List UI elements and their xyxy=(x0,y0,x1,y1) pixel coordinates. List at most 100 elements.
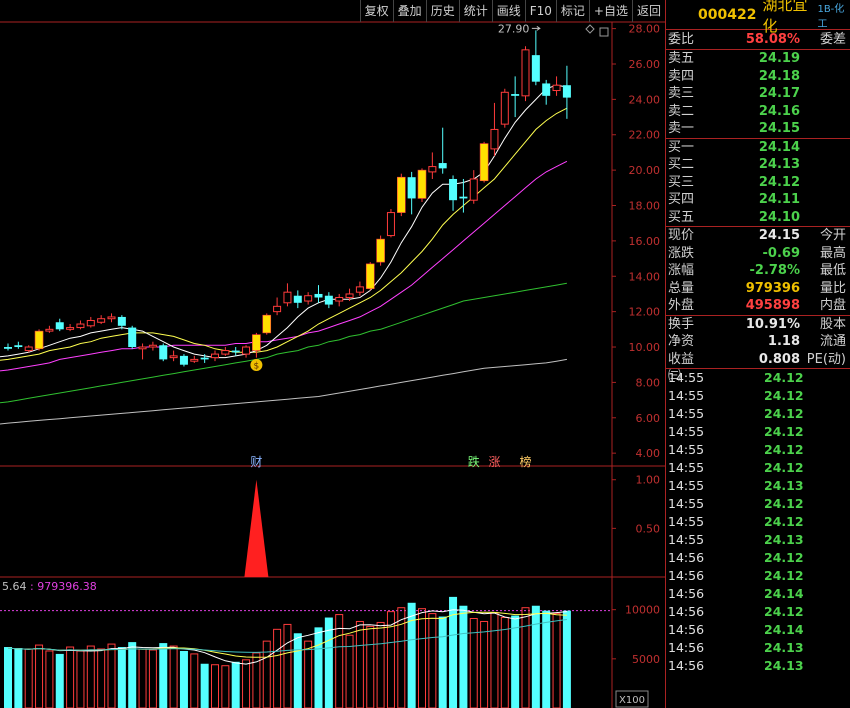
tick-row: 14:55 24.12 xyxy=(666,513,850,531)
toolbar-button-8[interactable]: 返回 xyxy=(631,0,665,22)
volume-bar xyxy=(366,625,375,708)
candle-body xyxy=(86,319,95,327)
tick-row: 14:56 24.14 xyxy=(666,621,850,639)
tick-time: 14:55 xyxy=(668,388,705,403)
row-label: 现价 xyxy=(668,228,695,243)
toolbar-button-3[interactable]: 统计 xyxy=(458,0,492,22)
row-value: 495898 xyxy=(745,298,800,313)
tick-row: 14:55 24.12 xyxy=(666,405,850,423)
candle-body xyxy=(97,318,106,323)
volume-bar xyxy=(45,650,54,708)
tick-row: 14:55 24.12 xyxy=(666,441,850,459)
row-label: 卖三 xyxy=(668,86,695,101)
candle-body xyxy=(211,353,219,359)
row-value: 24.10 xyxy=(758,209,800,225)
tick-price: 24.12 xyxy=(764,370,804,385)
row-value: 24.13 xyxy=(758,157,800,172)
volume-bar xyxy=(293,633,302,708)
sell-3-row[interactable]: 卖二 24.16 xyxy=(666,103,850,121)
row-label2: 量比 xyxy=(819,280,846,296)
row-label: 涨跌 xyxy=(668,245,695,261)
row-label: 卖四 xyxy=(668,68,695,84)
tick-list[interactable]: 14:55 24.12 14:55 24.12 14:55 24.12 14:55 24.12… xyxy=(666,369,850,675)
stats2-0-row[interactable]: 换手 10.91% 股本 xyxy=(666,316,850,334)
toolbar: 复权 叠加 历史 统计 画线 F10 标记 +自选 返回 xyxy=(0,0,665,22)
buy-1-row[interactable]: 买二 24.13 xyxy=(666,156,850,174)
stats-3-row[interactable]: 总量 979396 量比 xyxy=(666,280,850,298)
weibi-label: 委比 xyxy=(668,32,695,47)
row-value: 24.14 xyxy=(758,139,800,155)
volume-bar xyxy=(128,642,137,708)
toolbar-button-4[interactable]: 画线 xyxy=(491,0,525,22)
candle-body xyxy=(293,295,302,303)
fundamentals-block: 换手 10.91% 股本 净资 1.18 流通 收益㈢ 0.808 PE(动) xyxy=(666,316,850,385)
tick-row: 14:55 24.12 xyxy=(666,459,850,477)
row-label2: PE(动) xyxy=(806,351,846,367)
industry-tag[interactable]: 1B-化工 xyxy=(817,0,850,30)
volume-bar xyxy=(418,608,426,708)
stats2-2-row[interactable]: 收益㈢ 0.808 PE(动) xyxy=(666,351,850,385)
buy-4-row[interactable]: 买五 24.10 xyxy=(666,209,850,227)
chart-area[interactable]: 28.00 26.00 24.00 22.00 20.00 18.00 16.00 14.00… xyxy=(0,0,665,708)
volume-bar xyxy=(179,650,188,708)
volume-bar xyxy=(490,612,499,708)
row-label: 外盘 xyxy=(668,298,695,313)
volume-bar xyxy=(117,647,126,708)
tick-price: 24.13 xyxy=(764,478,804,493)
trading-app: 28.00 26.00 24.00 22.00 20.00 18.00 16.00 14.00… xyxy=(0,0,850,708)
volume-bar xyxy=(562,610,571,708)
stats-0-row[interactable]: 现价 24.15 今开 xyxy=(666,227,850,245)
stats2-1-row[interactable]: 净资 1.18 流通 xyxy=(666,333,850,351)
price-tick-label: 24.00 xyxy=(629,93,661,106)
tick-price: 24.12 xyxy=(764,514,804,529)
volume-bar xyxy=(521,607,530,708)
volume-bar xyxy=(200,663,209,708)
toolbar-button-6[interactable]: 标记 xyxy=(555,0,589,22)
candle-body xyxy=(407,177,416,199)
toolbar-button-1[interactable]: 叠加 xyxy=(392,0,426,22)
sell-1-row[interactable]: 卖四 24.18 xyxy=(666,68,850,86)
volume-bar xyxy=(376,621,385,708)
sell-0-row[interactable]: 卖五 24.19 xyxy=(666,50,850,68)
tick-row: 14:55 24.13 xyxy=(666,477,850,495)
volume-bar xyxy=(159,643,168,708)
sell-2-row[interactable]: 卖三 24.17 xyxy=(666,85,850,103)
volume-bar xyxy=(449,596,458,708)
toolbar-button-0[interactable]: 复权 xyxy=(359,0,393,22)
toolbar-button-7[interactable]: +自选 xyxy=(588,0,632,22)
kline-chart[interactable]: 28.00 26.00 24.00 22.00 20.00 18.00 16.00 14.00… xyxy=(0,0,665,708)
stock-header: 000422 湖北宜化 1B-化工 xyxy=(666,0,850,35)
tick-time: 14:56 xyxy=(668,658,705,673)
candle-body xyxy=(355,286,364,293)
price-tick-label: 12.00 xyxy=(629,306,661,319)
toolbar-button-5[interactable]: F10 xyxy=(524,0,556,22)
candle-body xyxy=(169,355,178,359)
buy-0-row[interactable]: 买一 24.14 xyxy=(666,139,850,157)
row-label: 净资 xyxy=(668,334,695,349)
stats-1-row[interactable]: 涨跌 -0.69 最高 xyxy=(666,245,850,263)
candle-body xyxy=(521,49,530,97)
sell-4-row[interactable]: 卖一 24.15 xyxy=(666,120,850,138)
candle-body xyxy=(511,94,520,96)
tick-row: 14:56 24.14 xyxy=(666,585,850,603)
tick-price: 24.14 xyxy=(764,586,804,601)
tick-time: 14:56 xyxy=(668,640,705,655)
volume-bar xyxy=(500,617,509,708)
tick-time: 14:55 xyxy=(668,532,705,547)
moving-average-ma5 xyxy=(0,84,567,359)
price-tick-label: 14.00 xyxy=(629,270,661,283)
buy-2-row[interactable]: 买三 24.12 xyxy=(666,174,850,192)
candle-body xyxy=(262,314,272,334)
candle-body xyxy=(531,55,540,82)
candle-body xyxy=(66,327,75,330)
candle-body xyxy=(376,238,385,263)
stats-2-row[interactable]: 涨幅 -2.78% 最低 xyxy=(666,262,850,280)
buy-3-row[interactable]: 买四 24.11 xyxy=(666,191,850,209)
toolbar-button-2[interactable]: 历史 xyxy=(425,0,459,22)
diamond-icon[interactable] xyxy=(585,24,595,34)
stats-4-row[interactable]: 外盘 495898 内盘 xyxy=(666,297,850,315)
sell-levels: 卖五 24.19 卖四 24.18 卖三 24.17 卖二 24.16 卖一 24.15 xyxy=(666,50,850,139)
restore-icon[interactable] xyxy=(599,27,609,37)
volume-bar xyxy=(438,616,447,708)
tick-price: 24.14 xyxy=(764,622,804,637)
